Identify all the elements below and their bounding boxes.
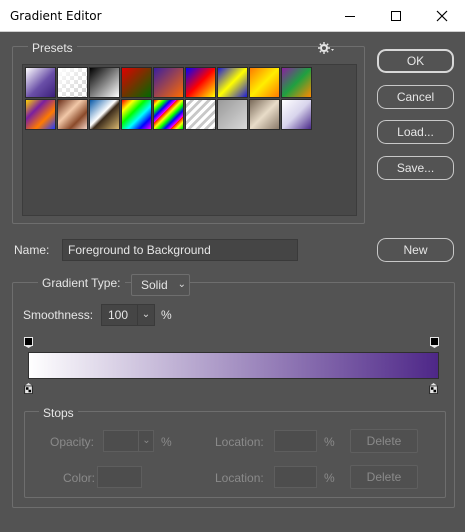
preset-swatch-foreground-to-background[interactable]	[25, 67, 56, 98]
opacity-delete-button[interactable]: Delete	[350, 429, 418, 453]
color-stop-right[interactable]	[429, 383, 438, 394]
minimize-button[interactable]	[327, 0, 373, 32]
preset-swatch-foreground-to-transparent[interactable]	[57, 67, 88, 98]
ok-button[interactable]: OK	[377, 49, 454, 73]
new-button[interactable]: New	[377, 238, 454, 262]
color-location-unit: %	[324, 471, 335, 485]
smoothness-chevron-icon[interactable]: ⌄	[137, 305, 154, 325]
preset-swatch-copper[interactable]	[57, 99, 88, 130]
opacity-stop-right[interactable]	[430, 337, 439, 348]
name-input[interactable]: Foreground to Background	[62, 239, 298, 261]
preset-swatch-violet-green-orange[interactable]	[281, 67, 312, 98]
preset-swatch-blue-yellow-blue[interactable]	[217, 67, 248, 98]
preset-swatch-violet-white[interactable]	[281, 99, 312, 130]
opacity-location-unit: %	[324, 435, 335, 449]
preset-swatch-spectrum[interactable]	[121, 99, 152, 130]
opacity-stop-left[interactable]	[24, 337, 33, 348]
opacity-label: Opacity:	[50, 435, 95, 449]
preset-swatch-red-green[interactable]	[121, 67, 152, 98]
maximize-icon	[391, 11, 401, 21]
preset-swatch-transparent-stripes[interactable]	[185, 99, 216, 130]
gear-glyph	[318, 42, 334, 54]
preset-swatch-black-white[interactable]	[89, 67, 120, 98]
title-bar: Gradient Editor	[0, 0, 465, 32]
minimize-icon	[345, 15, 355, 17]
color-location-label: Location:	[215, 471, 264, 485]
save-button[interactable]: Save...	[377, 156, 454, 180]
preset-swatch-yellow-violet-orange-blue[interactable]	[25, 99, 56, 130]
gradient-type-value: Solid	[141, 278, 168, 292]
color-swatch-field[interactable]	[97, 466, 142, 488]
preset-swatch-transparent-rainbow[interactable]	[153, 99, 184, 130]
preset-swatch-orange-yellow-orange[interactable]	[249, 67, 280, 98]
opacity-location-label: Location:	[215, 435, 264, 449]
maximize-button[interactable]	[373, 0, 419, 32]
presets-well	[22, 64, 357, 216]
close-button[interactable]	[419, 0, 465, 32]
stops-label: Stops	[39, 406, 78, 420]
preset-swatch-blue-red-yellow[interactable]	[185, 67, 216, 98]
smoothness-unit: %	[161, 308, 172, 322]
cancel-button[interactable]: Cancel	[377, 85, 454, 109]
chevron-down-icon: ⌄	[177, 279, 186, 290]
preset-swatch-sepia[interactable]	[249, 99, 280, 130]
color-label: Color:	[63, 471, 96, 485]
color-delete-button[interactable]: Delete	[350, 465, 418, 489]
gear-icon[interactable]	[318, 42, 336, 56]
name-label: Name:	[14, 243, 50, 257]
color-location-input[interactable]	[274, 466, 317, 488]
smoothness-label: Smoothness:	[23, 308, 94, 322]
gradient-type-select[interactable]: Solid ⌄	[131, 274, 190, 296]
smoothness-value: 100	[108, 308, 129, 322]
presets-label: Presets	[28, 41, 77, 55]
gradient-type-label: Gradient Type:	[38, 276, 125, 290]
close-icon	[436, 10, 448, 22]
preset-swatch-chrome[interactable]	[89, 99, 120, 130]
color-stop-left[interactable]	[24, 383, 33, 394]
window-title: Gradient Editor	[10, 9, 102, 23]
opacity-chevron-icon[interactable]: ⌄	[138, 431, 154, 451]
gradient-preview-bar[interactable]	[28, 352, 439, 379]
preset-swatch-violet-orange[interactable]	[153, 67, 184, 98]
opacity-unit: %	[161, 435, 172, 449]
load-button[interactable]: Load...	[377, 120, 454, 144]
opacity-location-input[interactable]	[274, 430, 317, 452]
preset-swatch-neutral-density[interactable]	[217, 99, 248, 130]
